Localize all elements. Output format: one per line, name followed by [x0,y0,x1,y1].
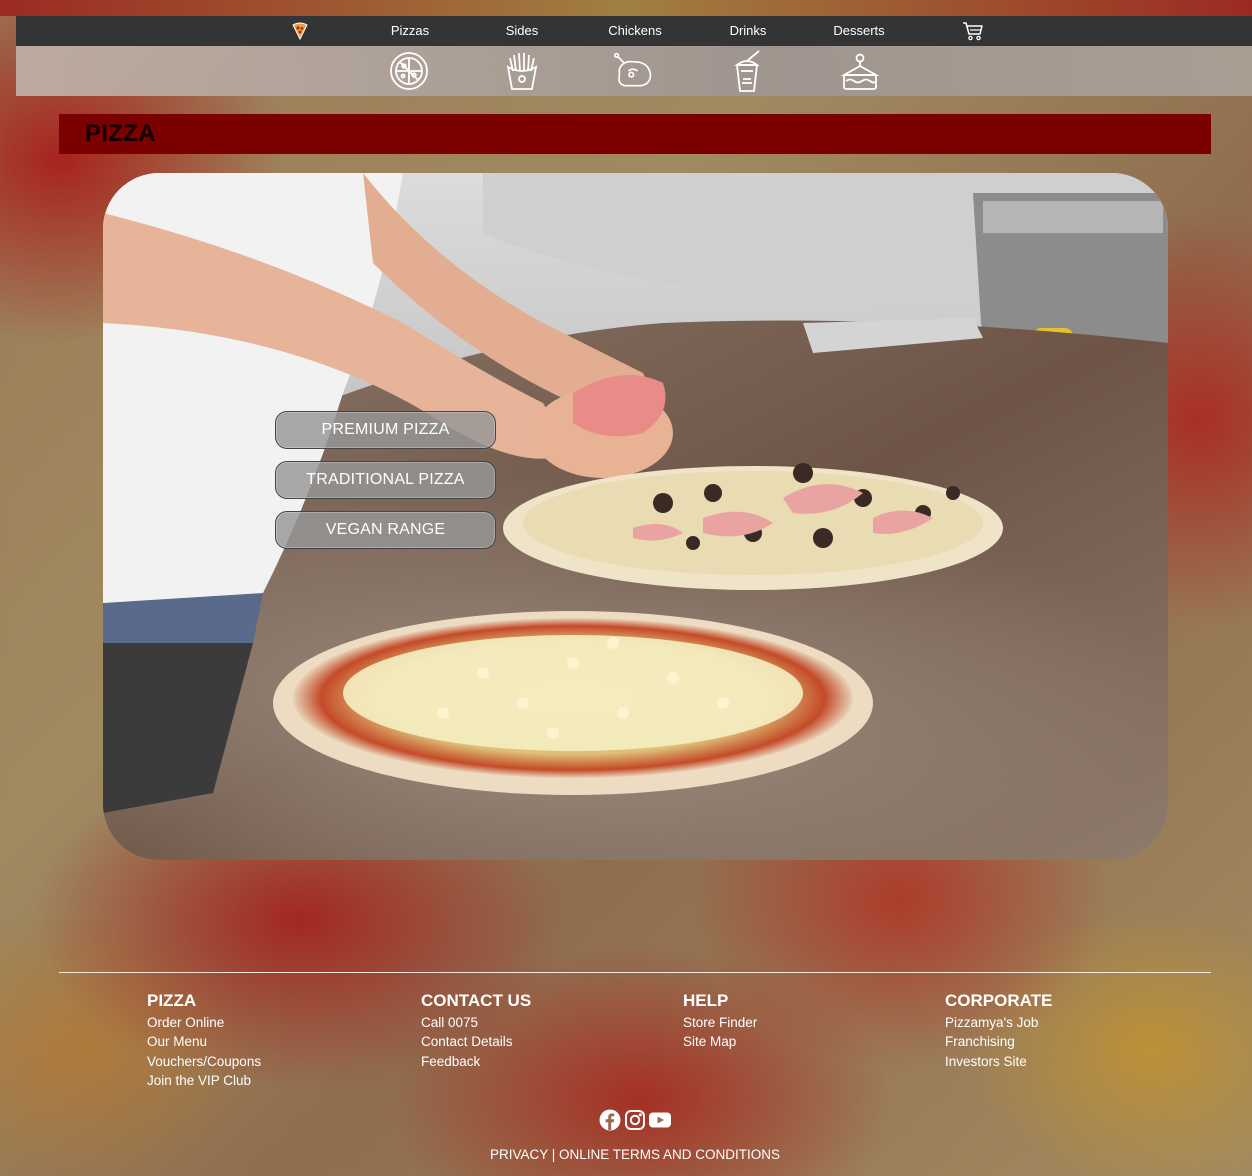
legal-links: PRIVACY | ONLINE TERMS AND CONDITIONS [0,1147,1252,1162]
footer-link-site-map[interactable]: Site Map [683,1032,757,1051]
top-navigation: Pizzas Sides Chickens Drinks Desserts [16,16,1252,46]
nav-item-sides[interactable]: Sides [492,16,552,46]
hero-image [103,173,1168,860]
pizza-icon[interactable] [387,49,431,93]
nav-item-pizzas[interactable]: Pizzas [380,16,440,46]
footer-heading: CONTACT US [421,991,532,1010]
legal-separator: | [547,1147,559,1162]
footer-divider [59,972,1211,973]
terms-link[interactable]: ONLINE TERMS AND CONDITIONS [559,1147,780,1162]
footer-heading: PIZZA [147,991,197,1010]
chicken-icon[interactable] [612,49,656,93]
footer-column-contact: CONTACT US Call 0075 Contact Details Fee… [421,991,531,1071]
nav-item-chickens[interactable]: Chickens [600,16,670,46]
fries-icon[interactable] [500,49,544,93]
category-icon-bar [16,46,1252,96]
page-title: PIZZA [85,120,156,147]
cake-icon[interactable] [838,49,882,93]
footer-link-order-online[interactable]: Order Online [147,1013,261,1032]
vegan-range-button[interactable]: VEGAN RANGE [275,511,496,549]
footer-link-jobs[interactable]: Pizzamya's Job [945,1013,1052,1032]
footer-column-pizza: PIZZA Order Online Our Menu Vouchers/Cou… [147,991,261,1091]
page-title-bar: PIZZA [59,114,1211,154]
footer-link-store-finder[interactable]: Store Finder [683,1013,757,1032]
shopping-cart-icon[interactable] [962,21,984,41]
traditional-pizza-button[interactable]: TRADITIONAL PIZZA [275,461,496,499]
pizza-slice-icon[interactable] [290,21,310,41]
footer-link-investors[interactable]: Investors Site [945,1052,1052,1071]
footer-link-franchising[interactable]: Franchising [945,1032,1052,1051]
nav-item-drinks[interactable]: Drinks [716,16,780,46]
footer-link-contact-details[interactable]: Contact Details [421,1032,531,1051]
drink-icon[interactable] [725,49,769,93]
youtube-icon[interactable] [648,1109,671,1131]
privacy-link[interactable]: PRIVACY [490,1147,548,1162]
footer-heading: CORPORATE [945,991,1053,1010]
footer-link-feedback[interactable]: Feedback [421,1052,531,1071]
footer-heading: HELP [683,991,729,1010]
footer-link-our-menu[interactable]: Our Menu [147,1032,261,1051]
facebook-icon[interactable] [599,1109,621,1131]
footer-column-corporate: CORPORATE Pizzamya's Job Franchising Inv… [945,991,1052,1071]
footer-link-vouchers[interactable]: Vouchers/Coupons [147,1052,261,1071]
nav-item-desserts[interactable]: Desserts [824,16,894,46]
premium-pizza-button[interactable]: PREMIUM PIZZA [275,411,496,449]
footer-link-call[interactable]: Call 0075 [421,1013,531,1032]
footer-link-vip-club[interactable]: Join the VIP Club [147,1071,261,1090]
footer-column-help: HELP Store Finder Site Map [683,991,757,1052]
page-frame [0,0,1252,16]
instagram-icon[interactable] [624,1109,646,1131]
